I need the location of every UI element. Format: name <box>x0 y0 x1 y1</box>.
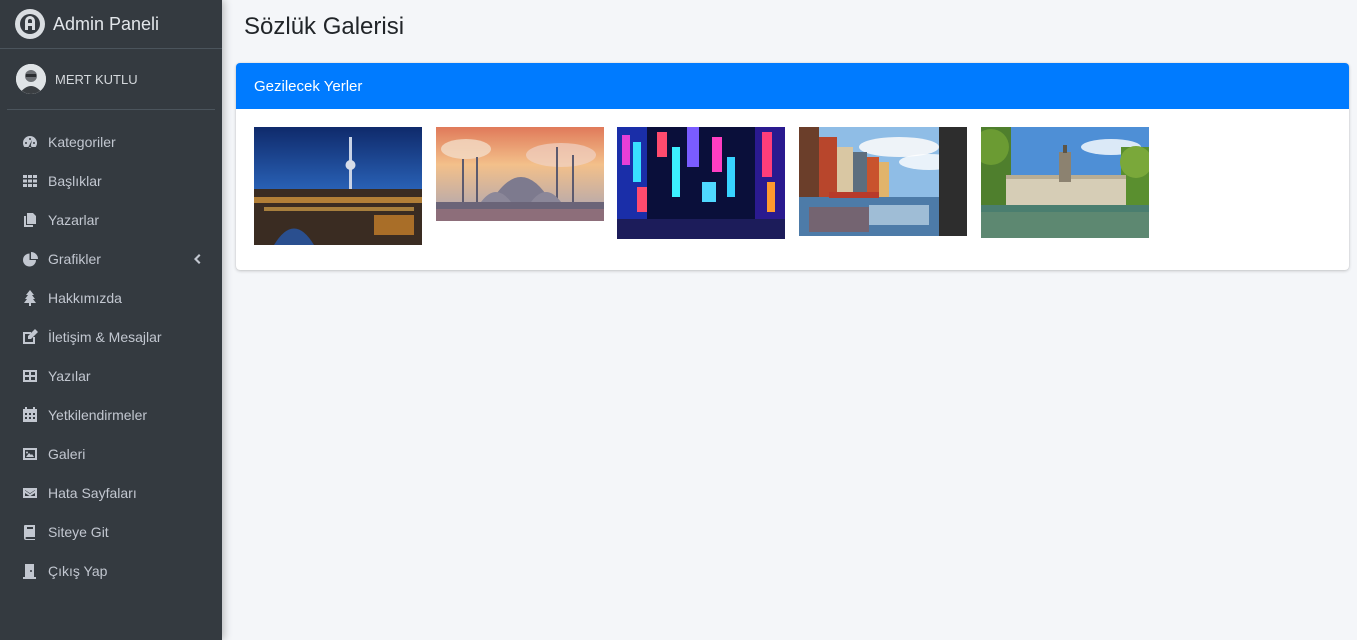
madrid-retiro-photo[interactable] <box>981 127 1149 238</box>
sidebar-item-label: Yazılar <box>48 367 91 384</box>
tachometer-icon <box>21 133 39 151</box>
sidebar-item-label: Kategoriler <box>48 133 116 150</box>
page-title: Sözlük Galerisi <box>244 13 405 40</box>
door-icon <box>21 562 39 580</box>
card-header: Gezilecek Yerler <box>236 63 1349 109</box>
sidebar-item-grafikler[interactable]: Grafikler <box>0 239 222 278</box>
berlin-night-photo[interactable] <box>254 127 422 245</box>
sidebar-item-yazarlar[interactable]: Yazarlar <box>0 200 222 239</box>
edit-icon <box>21 328 39 346</box>
sidebar-item-label: Yetkilendirmeler <box>48 406 148 423</box>
book-icon <box>21 523 39 541</box>
sidebar-item-label: Grafikler <box>48 250 101 267</box>
tokyo-neon-photo[interactable] <box>617 127 785 239</box>
sidebar-item-label: Çıkış Yap <box>48 562 108 579</box>
copy-icon <box>21 211 39 229</box>
grid-icon <box>21 172 39 190</box>
user-name: MERT KUTLU <box>55 71 138 87</box>
sidebar-item-label: Hakkımızda <box>48 289 122 306</box>
main-content: Sözlük Galerisi Gezilecek Yerler <box>222 0 1357 640</box>
sidebar-item-label: Galeri <box>48 445 86 462</box>
amsterdam-canal-photo[interactable] <box>799 127 967 236</box>
admin-logo-icon <box>15 9 45 39</box>
sidebar-item-label: Hata Sayfaları <box>48 484 137 501</box>
brand-link[interactable]: Admin Paneli <box>0 0 222 49</box>
sidebar-item-label: Başlıklar <box>48 172 102 189</box>
tree-icon <box>21 289 39 307</box>
table-icon <box>21 367 39 385</box>
sidebar-item-kategoriler[interactable]: Kategoriler <box>0 122 222 161</box>
sidebar-item-iletisim[interactable]: İletişim & Mesajlar <box>0 317 222 356</box>
pie-chart-icon <box>21 250 39 268</box>
chevron-left-icon[interactable] <box>192 251 202 267</box>
sidebar-item-siteye-git[interactable]: Siteye Git <box>0 512 222 551</box>
sidebar-item-yetkilendirmeler[interactable]: Yetkilendirmeler <box>0 395 222 434</box>
envelope-icon <box>21 484 39 502</box>
gallery-card: Gezilecek Yerler <box>236 63 1349 270</box>
user-avatar <box>16 64 46 94</box>
sidebar-item-label: Yazarlar <box>48 211 100 228</box>
sidebar-nav: Kategoriler Başlıklar Yazarlar Grafikler… <box>0 110 222 590</box>
image-icon <box>21 445 39 463</box>
gallery-grid <box>236 109 1349 270</box>
sidebar-item-hakkimizda[interactable]: Hakkımızda <box>0 278 222 317</box>
sidebar-item-galeri[interactable]: Galeri <box>0 434 222 473</box>
user-panel[interactable]: MERT KUTLU <box>7 49 215 110</box>
sidebar: Admin Paneli MERT KUTLU Kategoriler Başl… <box>0 0 222 640</box>
istanbul-mosque-photo[interactable] <box>436 127 604 221</box>
sidebar-item-label: İletişim & Mesajlar <box>48 328 162 345</box>
calendar-icon <box>21 406 39 424</box>
sidebar-item-label: Siteye Git <box>48 523 109 540</box>
sidebar-item-hata-sayfalari[interactable]: Hata Sayfaları <box>0 473 222 512</box>
brand-title: Admin Paneli <box>53 13 160 34</box>
sidebar-item-cikis-yap[interactable]: Çıkış Yap <box>0 551 222 590</box>
sidebar-item-yazilar[interactable]: Yazılar <box>0 356 222 395</box>
sidebar-item-basliklar[interactable]: Başlıklar <box>0 161 222 200</box>
